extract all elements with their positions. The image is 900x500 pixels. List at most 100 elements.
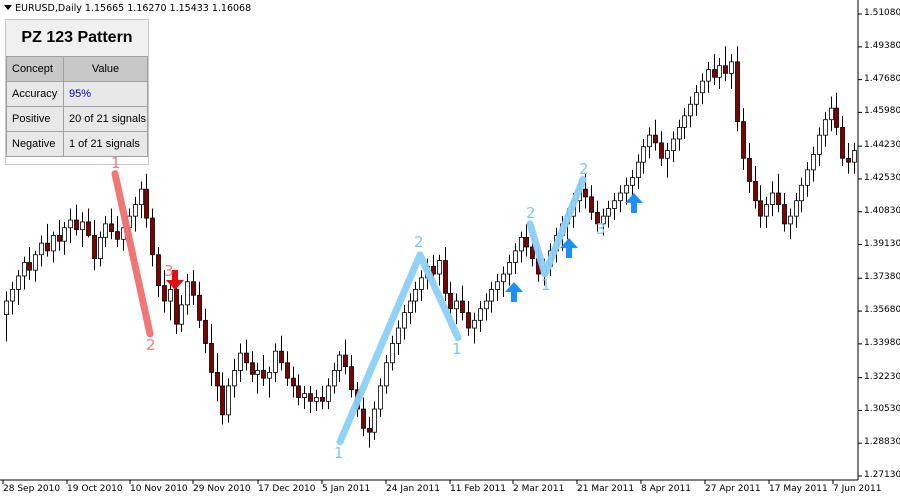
bear-candle: [156, 254, 161, 287]
bull-candle: [98, 236, 103, 259]
pattern-point-label: 1: [334, 443, 344, 462]
bear-candle: [220, 385, 225, 416]
value-cell: 95%: [63, 81, 148, 107]
chart-menu-triangle-icon[interactable]: [4, 5, 12, 10]
price-tick-label: 1.44230: [864, 140, 900, 151]
bear-candle: [261, 370, 266, 379]
bear-candle: [834, 107, 839, 128]
bear-candle: [840, 127, 845, 159]
bull-candle: [139, 188, 144, 205]
bull-candle: [51, 235, 56, 252]
bear-candle: [712, 69, 717, 78]
bear-candle: [349, 366, 354, 391]
pattern-point-label: 3: [596, 220, 606, 239]
time-tick-label: 2 Mar 2011: [513, 484, 565, 494]
price-tick-label: 1.37380: [864, 272, 900, 283]
bull-candle: [794, 200, 799, 217]
price-tick-label: 1.35680: [864, 305, 900, 316]
bull-candle: [770, 192, 775, 205]
bear-candle: [209, 343, 214, 373]
bull-candle: [823, 119, 828, 136]
value-cell: 20 of 21 signals: [63, 106, 148, 132]
bull-candle: [408, 300, 413, 314]
bull-candle: [788, 215, 793, 225]
bull-candle: [671, 138, 676, 151]
time-tick-label: 8 Apr 2011: [641, 484, 691, 494]
bull-candle: [232, 370, 237, 387]
bear-candle: [203, 319, 208, 344]
bear-candle: [583, 188, 588, 198]
bull-candle: [606, 208, 611, 217]
table-row-accuracy: Accuracy 95%: [6, 81, 148, 107]
price-tick-label: 1.27130: [864, 470, 900, 480]
bull-candle: [507, 262, 512, 275]
bear-candle: [524, 236, 529, 248]
pattern-point-label: 1: [541, 276, 551, 295]
bear-candle: [361, 408, 366, 429]
bull-candle: [80, 221, 85, 231]
pattern-point-label: 2: [579, 159, 589, 178]
bear-candle: [296, 385, 301, 398]
pattern-point-label: 1: [452, 339, 462, 358]
pattern-point-label: 2: [146, 335, 156, 354]
bull-candle: [694, 92, 699, 105]
bull-candle: [372, 408, 377, 433]
pattern-point-label: 3: [164, 261, 174, 280]
bear-candle: [92, 235, 97, 259]
bull-candle: [677, 127, 682, 140]
price-tick-label: 1.42530: [864, 172, 900, 183]
pattern-point-label: 2: [526, 203, 536, 222]
time-tick-label: 17 Dec 2010: [258, 484, 316, 494]
bear-candle: [753, 181, 758, 202]
bull-candle: [33, 254, 38, 271]
bull-candle: [665, 150, 670, 159]
bull-candle: [384, 362, 389, 387]
bull-candle: [396, 327, 401, 344]
bear-candle: [285, 362, 290, 379]
panel-title: PZ 123 Pattern: [6, 20, 148, 56]
bear-candle: [27, 262, 32, 271]
bull-candle: [179, 304, 184, 325]
bull-candle: [10, 289, 15, 302]
bull-candle: [314, 397, 319, 402]
bear-candle: [197, 294, 202, 321]
bear-candle: [782, 204, 787, 225]
time-tick-label: 19 Oct 2010: [67, 484, 123, 494]
bull-candle: [484, 300, 489, 310]
time-tick-label: 5 Jan 2011: [322, 484, 371, 494]
table-row-negative: Negative 1 of 21 signals: [6, 131, 148, 157]
table-header-row: Concept Value: [6, 56, 148, 82]
concept-cell: Accuracy: [6, 81, 64, 107]
price-tick-label: 1.45980: [864, 106, 900, 117]
bull-candle: [185, 281, 190, 306]
price-tick-label: 1.39130: [864, 238, 900, 249]
stats-table: Concept Value Accuracy 95% Positive 20 o…: [6, 56, 148, 157]
bear-candle: [215, 372, 220, 387]
time-tick-label: 7 Jun 2011: [833, 484, 882, 494]
pattern-point-label: 2: [414, 232, 424, 251]
bull-candle: [513, 250, 518, 263]
bear-candle: [343, 354, 348, 368]
bull-candle: [326, 385, 331, 402]
bull-candle: [519, 236, 524, 252]
value-column-header: Value: [63, 56, 148, 82]
buy-signal-arrow-icon: [505, 282, 523, 302]
bull-candle: [419, 277, 424, 290]
bull-candle: [829, 107, 834, 121]
bull-candle: [641, 146, 646, 163]
bull-candle: [226, 385, 231, 416]
bear-candle: [367, 427, 372, 433]
bull-candle: [717, 65, 722, 78]
bear-candle: [735, 61, 740, 123]
bull-candle: [495, 281, 500, 290]
bull-candle: [764, 204, 769, 217]
bull-candle: [799, 184, 804, 202]
bull-candle: [238, 352, 243, 371]
bull-candle: [402, 312, 407, 329]
value-cell: 1 of 21 signals: [63, 131, 148, 157]
bull-candle: [267, 372, 272, 379]
time-tick-label: 17 May 2011: [769, 484, 828, 494]
bear-candle: [74, 219, 79, 231]
bull-candle: [706, 69, 711, 82]
bull-candle: [390, 343, 395, 364]
